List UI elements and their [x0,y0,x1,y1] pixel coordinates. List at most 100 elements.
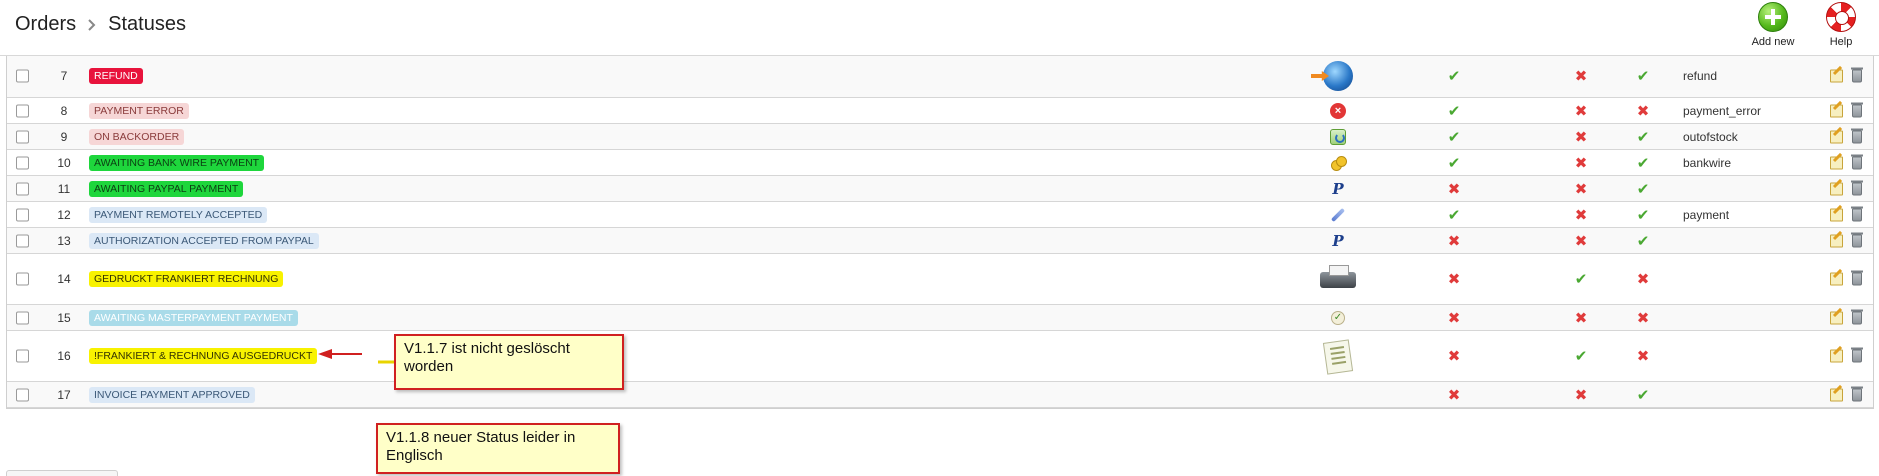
trash-icon[interactable] [1851,206,1863,221]
trash-icon[interactable] [1851,270,1863,286]
trash-icon[interactable] [1851,128,1863,143]
trash-icon[interactable] [1851,102,1863,117]
row-template: payment_error [1683,103,1762,118]
edit-icon[interactable] [1830,182,1843,195]
status-badge: AWAITING MASTERPAYMENT PAYMENT [89,309,298,326]
sync-icon [1330,128,1346,145]
cross-icon: ✖ [1574,180,1588,198]
check-icon: ✔ [1574,348,1588,365]
bulk-actions-button[interactable] [6,470,118,476]
check-icon: ✔ [1447,68,1461,85]
trash-icon[interactable] [1851,386,1863,401]
row-checkbox[interactable] [16,234,29,247]
trash-icon[interactable] [1851,309,1863,324]
globe-arrow-icon [1323,61,1353,91]
check-icon: ✔ [1447,102,1461,120]
check-icon: ✔ [1636,232,1650,250]
row-checkbox[interactable] [16,130,29,143]
cross-icon: ✖ [1447,232,1461,250]
row-checkbox[interactable] [16,272,29,286]
row-id: 17 [57,387,71,402]
row-id: 13 [57,233,71,248]
table-row[interactable]: 9 ON BACKORDER ✔ ✖ ✔ outofstock [7,124,1873,150]
row-checkbox[interactable] [16,388,29,401]
row-checkbox[interactable] [16,104,29,117]
annotation-callout-v118: V1.1.8 neuer Status leider in Englisch [376,423,620,474]
check-icon: ✔ [1574,271,1588,288]
edit-icon[interactable] [1830,388,1843,401]
row-template: bankwire [1683,155,1732,170]
trash-icon[interactable] [1851,180,1863,195]
row-template: payment [1683,207,1730,222]
check-icon: ✔ [1636,386,1650,404]
statuses-table: 7 REFUND ✔ ✖ ✔ refund 8 PAYMENT ERROR × ✔ ✖ ✖ paymen… [6,55,1874,409]
row-id: 14 [57,272,71,286]
help-button[interactable]: Help [1821,2,1861,48]
help-label: Help [1829,36,1853,48]
table-row[interactable]: 10 AWAITING BANK WIRE PAYMENT ✔ ✖ ✔ bankwire [7,150,1873,176]
edit-icon[interactable] [1830,156,1843,169]
cross-icon: ✖ [1447,309,1461,327]
row-template: refund [1683,69,1718,83]
add-new-button[interactable]: Add new [1745,2,1801,48]
edit-icon[interactable] [1830,208,1843,221]
edit-icon[interactable] [1830,234,1843,247]
status-badge: !FRANKIERT & RECHNUNG AUSGEDRUCKT [89,348,318,364]
row-id: 9 [60,129,68,144]
row-id: 11 [57,181,71,196]
edit-icon[interactable] [1830,130,1843,143]
check-icon: ✔ [1447,154,1461,172]
row-id: 7 [60,69,68,83]
table-row[interactable]: 12 PAYMENT REMOTELY ACCEPTED ✔ ✖ ✔ payment [7,202,1873,228]
table-row[interactable]: 17 INVOICE PAYMENT APPROVED ✖ ✖ ✔ [7,382,1873,408]
edit-icon[interactable] [1830,69,1843,83]
trash-icon[interactable] [1851,154,1863,169]
printer-icon [1320,265,1356,293]
status-badge: AUTHORIZATION ACCEPTED FROM PAYPAL [89,232,319,249]
cross-icon: ✖ [1636,271,1650,288]
check-icon: ✔ [1636,128,1650,146]
table-row[interactable]: 8 PAYMENT ERROR × ✔ ✖ ✖ payment_error [7,98,1873,124]
row-checkbox[interactable] [16,349,29,363]
pen-icon [1330,207,1346,222]
status-badge: ON BACKORDER [89,128,185,145]
paypal-icon: P [1332,231,1344,250]
edit-icon[interactable] [1830,349,1843,363]
row-checkbox[interactable] [16,182,29,195]
check-icon: ✔ [1636,180,1650,198]
row-checkbox[interactable] [16,208,29,221]
table-row[interactable]: 11 AWAITING PAYPAL PAYMENT P ✖ ✖ ✔ [7,176,1873,202]
row-checkbox[interactable] [16,311,29,324]
table-row[interactable]: 7 REFUND ✔ ✖ ✔ refund [7,55,1873,98]
status-badge: PAYMENT REMOTELY ACCEPTED [89,206,268,223]
cross-icon: ✖ [1447,386,1461,404]
table-row[interactable]: 15 AWAITING MASTERPAYMENT PAYMENT ✓ ✖ ✖ ✖ [7,305,1873,331]
status-badge: REFUND [89,68,143,84]
page-header: Orders Statuses Add new Help [0,0,1879,56]
lifebuoy-icon [1826,2,1856,32]
cross-icon: ✖ [1447,348,1461,365]
edit-icon[interactable] [1830,104,1843,117]
red-arrow-icon [318,349,394,364]
status-badge: AWAITING PAYPAL PAYMENT [89,180,244,197]
cross-icon: ✖ [1574,309,1588,327]
row-checkbox[interactable] [16,156,29,169]
cross-icon: ✖ [1636,102,1650,120]
cross-icon: ✖ [1574,232,1588,250]
chevron-right-icon [88,18,96,31]
trash-icon[interactable] [1851,67,1863,83]
row-checkbox[interactable] [16,69,29,83]
trash-icon[interactable] [1851,232,1863,247]
breadcrumb: Orders Statuses [15,13,186,36]
edit-icon[interactable] [1830,311,1843,324]
edit-icon[interactable] [1830,272,1843,286]
table-row[interactable]: 13 AUTHORIZATION ACCEPTED FROM PAYPAL P ✖ ✖ ✔ [7,228,1873,254]
check-icon: ✔ [1447,206,1461,224]
breadcrumb-orders[interactable]: Orders [15,13,76,36]
table-row[interactable]: 16 !FRANKIERT & RECHNUNG AUSGEDRUCKT ✖ ✔ ✖ [7,331,1873,382]
row-id: 15 [57,310,71,325]
trash-icon[interactable] [1851,347,1863,363]
plus-circle-icon [1758,2,1788,32]
table-row[interactable]: 14 GEDRUCKT FRANKIERT RECHNUNG ✖ ✔ ✖ [7,254,1873,305]
annotation-callout-v117: V1.1.7 ist nicht geslöscht worden [394,334,624,390]
